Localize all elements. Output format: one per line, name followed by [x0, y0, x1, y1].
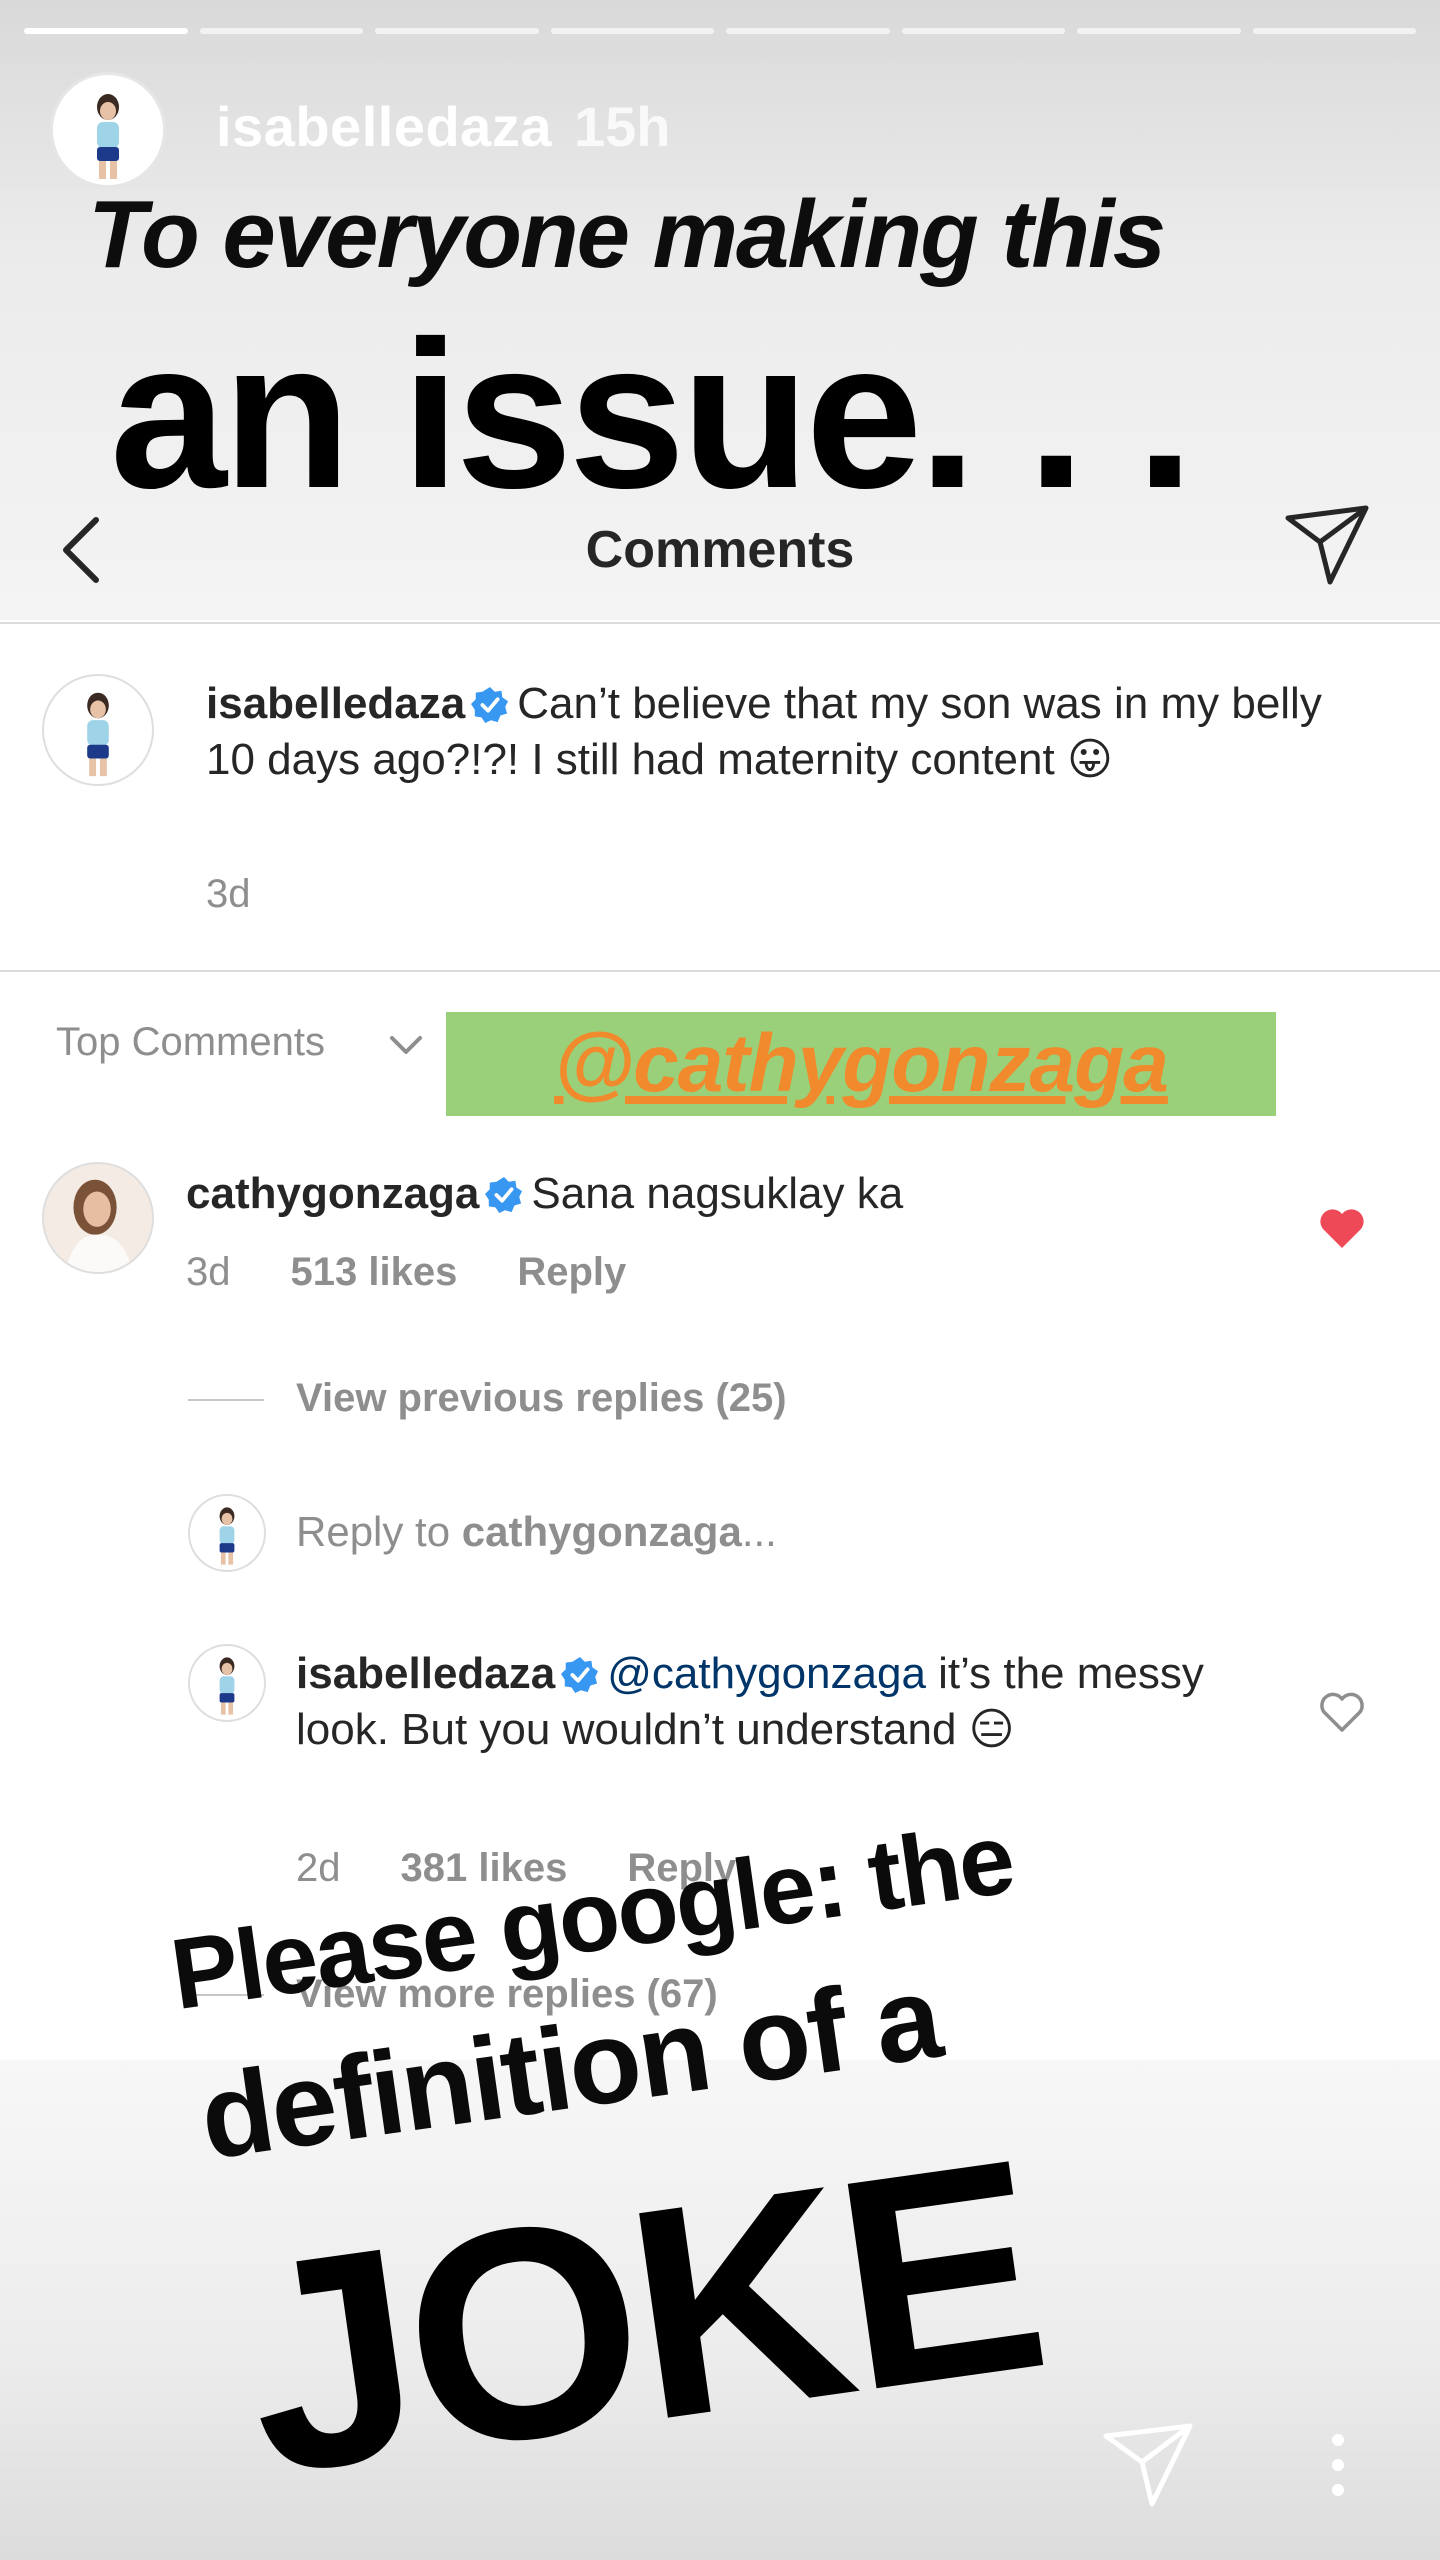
comment-reply-button[interactable]: Reply — [517, 1250, 626, 1295]
progress-segment — [199, 28, 363, 34]
more-options-icon[interactable] — [1326, 2430, 1350, 2500]
avatar[interactable] — [42, 674, 154, 786]
story-progress-bar — [24, 28, 1416, 34]
caption: isabelledaza Can’t believe that my son wa… — [206, 676, 1326, 788]
share-send-icon[interactable] — [1282, 500, 1372, 590]
reply-input[interactable]: Reply to cathygonzaga... — [296, 1508, 777, 1556]
progress-segment — [1252, 28, 1416, 34]
avatar — [188, 1494, 266, 1572]
heart-outline-icon[interactable] — [1318, 1690, 1366, 1734]
story-headline-text-large: an issue. . . — [110, 297, 1194, 532]
reply-timestamp: 2d — [296, 1846, 341, 1890]
reply-input-suffix: ... — [741, 1508, 777, 1555]
reply-input-target: cathygonzaga — [461, 1508, 742, 1555]
caption-timestamp: 3d — [206, 872, 251, 916]
reply-comment: isabelledaza @cathygonzaga it’s the messy… — [296, 1646, 1256, 1758]
avatar[interactable] — [188, 1644, 266, 1722]
replies-divider-line — [188, 1399, 264, 1401]
comment-username[interactable]: cathygonzaga — [186, 1169, 479, 1218]
progress-segment — [726, 28, 890, 34]
progress-segment — [901, 28, 1065, 34]
verified-badge-icon — [471, 686, 509, 724]
caption-divider — [0, 970, 1440, 972]
progress-segment — [375, 28, 539, 34]
reply-username[interactable]: isabelledaza — [296, 1649, 555, 1698]
caption-emoji: 😛 — [1066, 735, 1113, 784]
mention-sticker: @cathygonzaga — [446, 1012, 1276, 1116]
comment-meta: 3d 513 likes Reply — [186, 1250, 626, 1295]
progress-segment — [24, 28, 188, 34]
reply-emoji: 😑 — [968, 1705, 1015, 1754]
comment: cathygonzaga Sana nagsuklay ka — [186, 1166, 1266, 1222]
story-timestamp: 15h — [574, 95, 671, 158]
view-previous-replies[interactable]: View previous replies (25) — [296, 1376, 787, 1421]
page-title: Comments — [585, 521, 855, 579]
verified-badge-icon — [561, 1656, 599, 1694]
story-username[interactable]: isabelledaza — [216, 94, 552, 159]
comment-timestamp: 3d — [186, 1250, 231, 1294]
comment-text: Sana nagsuklay ka — [531, 1169, 904, 1218]
reply-mention-link[interactable]: @cathygonzaga — [607, 1649, 926, 1698]
comment-likes[interactable]: 513 likes — [291, 1250, 458, 1295]
story-avatar[interactable] — [50, 72, 166, 188]
chevron-down-icon[interactable] — [386, 1030, 426, 1060]
verified-badge-icon — [485, 1176, 523, 1214]
avatar[interactable] — [42, 1162, 154, 1274]
mention-sticker-text: @cathygonzaga — [554, 1018, 1169, 1109]
top-comments-sort[interactable]: Top Comments — [56, 1020, 325, 1065]
header-divider — [0, 622, 1440, 624]
progress-segment — [1077, 28, 1241, 34]
reply-input-prefix: Reply to — [296, 1508, 462, 1555]
caption-username[interactable]: isabelledaza — [206, 679, 465, 728]
story-headline-text: To everyone making this — [88, 181, 1166, 288]
story-send-icon[interactable] — [1100, 2420, 1196, 2510]
progress-segment — [550, 28, 714, 34]
heart-filled-icon[interactable] — [1318, 1206, 1366, 1250]
